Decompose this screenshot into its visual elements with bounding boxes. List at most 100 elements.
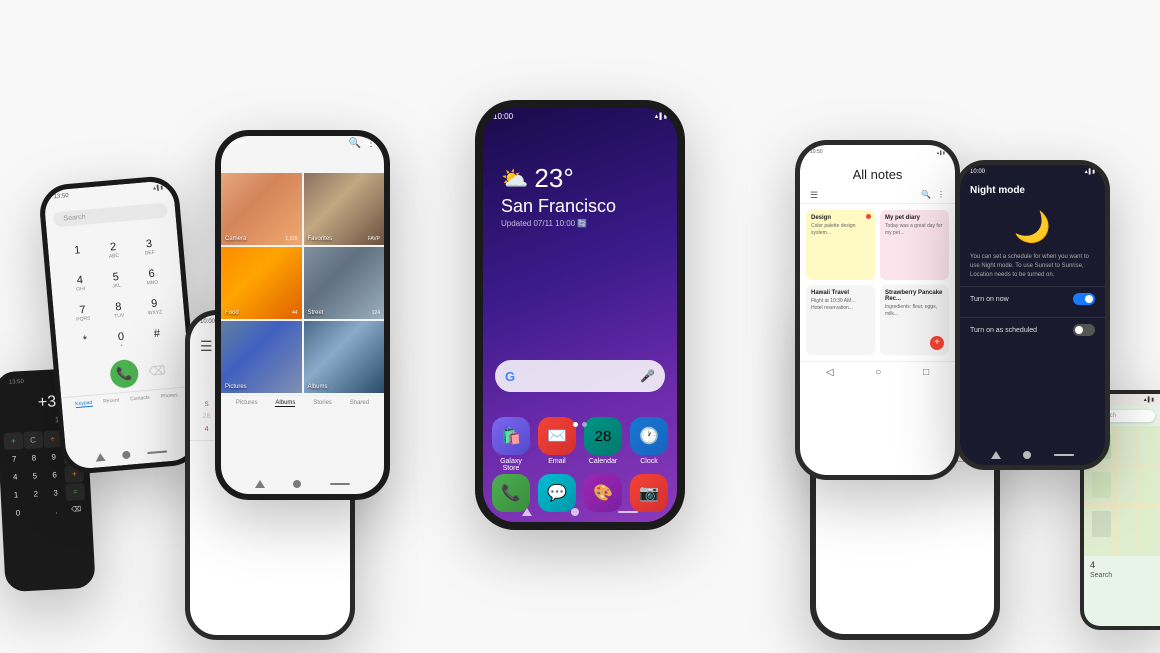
key-hash[interactable]: # [139, 321, 175, 352]
nav-home[interactable] [1023, 451, 1031, 459]
nav-home[interactable] [571, 508, 579, 516]
toggle-now[interactable] [1073, 293, 1095, 305]
calc-key[interactable]: 6 [45, 466, 65, 484]
note-pancake[interactable]: Strawberry Pancake Rec... Ingredients: f… [880, 285, 949, 355]
key-5[interactable]: 5JKL [98, 265, 134, 296]
key-9[interactable]: 9WXYZ [136, 291, 172, 322]
tab-albums[interactable]: Albums [275, 400, 295, 407]
gallery-cell-favorites[interactable]: Favorites FAVP [304, 173, 385, 245]
key-8[interactable]: 8TUV [101, 295, 137, 326]
calc-key[interactable]: 3 [46, 484, 66, 502]
note-title: My pet diary [885, 215, 944, 221]
gallery-cell-pictures[interactable]: Pictures [221, 321, 302, 393]
calc-key[interactable]: 2 [26, 485, 46, 503]
main-time: 10:00 [493, 112, 513, 121]
key-2[interactable]: 2ABC [95, 235, 131, 266]
night-option-now[interactable]: Turn on now [960, 286, 1105, 311]
note-content: Ingredients: flour, eggs, milk... [885, 304, 944, 318]
night-option-now-label: Turn on now [970, 296, 1009, 303]
app-calendar-label: Calendar [589, 458, 617, 465]
nav-back[interactable] [255, 480, 265, 488]
night-option-scheduled[interactable]: Turn on as scheduled [960, 317, 1105, 342]
nav-home[interactable] [122, 451, 131, 460]
notes-nav-home[interactable]: ○ [875, 367, 881, 378]
key-6[interactable]: 6MNO [134, 262, 170, 293]
note-add-button[interactable]: + [930, 336, 944, 350]
phone-dialer: 13:50 ▲▌▮ Search 1 2ABC 3DEF 4GHI 5JKL 6… [38, 174, 203, 475]
dot-1[interactable] [573, 422, 578, 427]
key-4[interactable]: 4GHI [62, 268, 98, 299]
nav-back[interactable] [95, 453, 106, 462]
cal-day[interactable]: 28 [196, 410, 217, 423]
nav-recents[interactable] [330, 483, 350, 485]
nav-recents[interactable] [618, 511, 638, 513]
calc-time: 13:50 [9, 379, 24, 386]
calc-key[interactable]: 4 [5, 468, 25, 486]
weather-temperature: 23° [534, 163, 573, 194]
calc-key[interactable]: C [23, 431, 43, 449]
notes-more-icon[interactable]: ⋮ [937, 190, 945, 201]
tab-stories[interactable]: Stories [313, 400, 332, 407]
calc-key[interactable]: ⌫ [66, 501, 86, 519]
calc-key[interactable]: . [47, 502, 67, 520]
dot-2[interactable] [582, 422, 587, 427]
note-hawaii[interactable]: Hawaii Travel Flight at 10:30 AM...Hotel… [806, 285, 875, 355]
key-3[interactable]: 3DEF [131, 232, 167, 263]
note-unread-dot [866, 214, 871, 219]
tab-recent[interactable]: Recent [103, 397, 119, 405]
gallery-cell-camera[interactable]: Camera 1,115 [221, 173, 302, 245]
calc-key-zero[interactable]: 0 [7, 503, 46, 522]
nav-home[interactable] [293, 480, 301, 488]
note-title: Strawberry Pancake Rec... [885, 290, 944, 302]
gallery-cell-food[interactable]: Food 44 [221, 247, 302, 319]
calc-key[interactable]: 1 [6, 486, 26, 504]
note-design[interactable]: Design Color palette design system... [806, 210, 875, 280]
calc-key[interactable]: = [65, 483, 85, 501]
night-mode-description: You can set a schedule for when you want… [960, 253, 1105, 280]
key-1[interactable]: 1 [59, 238, 95, 269]
tab-phones[interactable]: Phones [161, 392, 179, 400]
nav-recents[interactable] [1054, 454, 1074, 456]
key-7[interactable]: 7PQRS [65, 298, 101, 329]
tab-contacts[interactable]: Contacts [130, 395, 150, 404]
notes-grid: Design Color palette design system... My… [800, 204, 955, 361]
key-star[interactable]: * [67, 328, 103, 359]
main-search-bar[interactable]: G 🎤 [495, 360, 665, 392]
note-content: Color palette design system... [811, 223, 870, 237]
note-pet-diary[interactable]: My pet diary Today was a great day for m… [880, 210, 949, 280]
calc-key[interactable]: 8 [24, 449, 44, 467]
moon-icon: 🌙 [960, 202, 1105, 253]
nav-recents[interactable] [147, 450, 167, 454]
night-time: 10:00 [970, 169, 985, 175]
notes-nav-back[interactable]: ◁ [826, 367, 834, 378]
call-button[interactable]: 📞 [109, 359, 139, 389]
phone-notes: 10:50 ▲▌▮ All notes ☰ 🔍 ⋮ Design Color p… [795, 140, 960, 480]
calc-key[interactable]: 5 [25, 467, 45, 485]
nav-back[interactable] [991, 451, 1001, 459]
nav-back[interactable] [522, 508, 532, 516]
gallery-tabs: Pictures Albums Stories Shared [221, 395, 384, 411]
weather-city: San Francisco [501, 196, 616, 217]
tab-pictures[interactable]: Pictures [236, 400, 258, 407]
cal-day-4[interactable]: 4 [196, 423, 217, 436]
phone-night-mode: 10:00 ▲▌▮ Night mode 🌙 You can set a sch… [955, 160, 1110, 470]
notes-nav-bar: ◁ ○ □ [800, 361, 955, 383]
gallery-cell-albums[interactable]: Albums [304, 321, 385, 393]
mic-icon[interactable]: 🎤 [640, 369, 655, 383]
weather-icon: ⛅ [501, 166, 528, 192]
calc-key[interactable]: 7 [4, 450, 24, 468]
calc-key[interactable]: + [3, 432, 23, 450]
notes-menu-icon[interactable]: ☰ [810, 190, 818, 201]
main-status-bar: 10:00 ▲▌▮ [483, 108, 677, 123]
notes-search-icon[interactable]: 🔍 [921, 190, 931, 201]
toggle-scheduled[interactable] [1073, 324, 1095, 336]
cal-header-sun: S [196, 400, 217, 410]
tab-keypad[interactable]: Keypad [75, 400, 93, 408]
tab-shared[interactable]: Shared [350, 400, 369, 407]
notes-nav-recents[interactable]: □ [923, 367, 929, 378]
calendar-menu-icon[interactable]: ☰ [200, 338, 213, 355]
key-0[interactable]: 0+ [103, 325, 139, 356]
dialer-search[interactable]: Search [53, 202, 168, 227]
gallery-cell-street[interactable]: Street 124 [304, 247, 385, 319]
dialer-keypad: 1 2ABC 3DEF 4GHI 5JKL 6MNO 7PQRS 8TUV 9W… [47, 229, 187, 362]
